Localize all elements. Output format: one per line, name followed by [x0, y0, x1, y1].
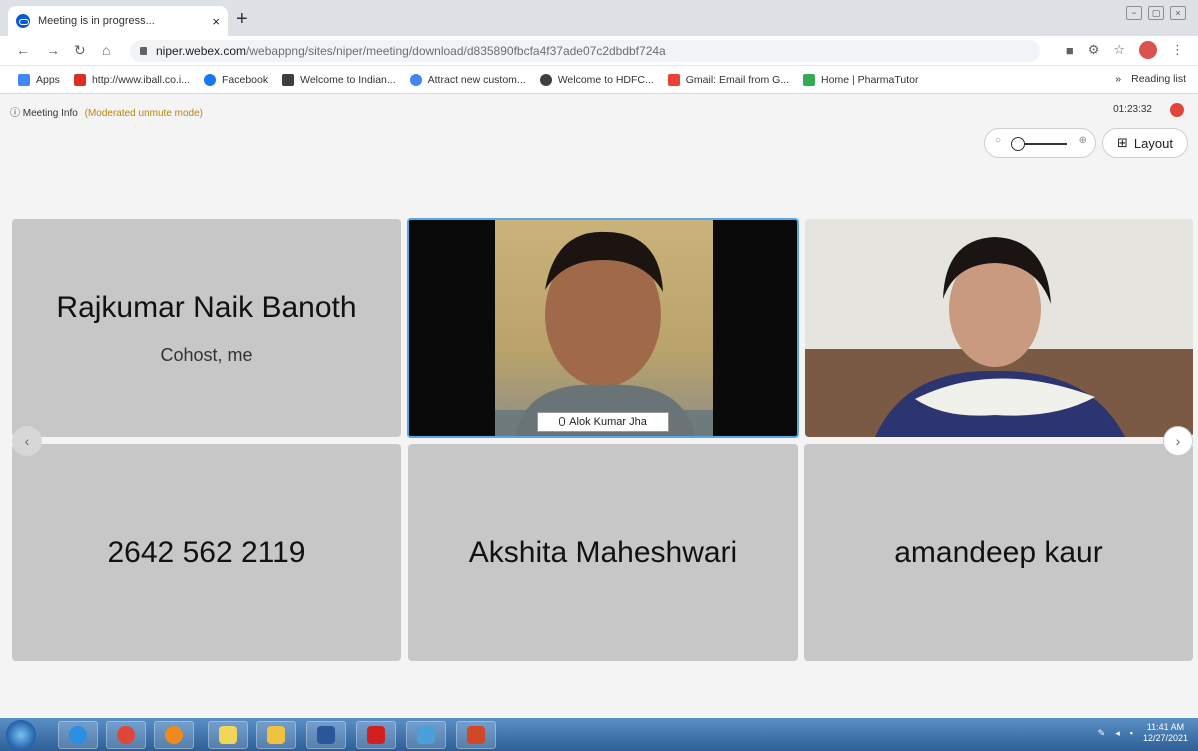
bookmarks-bar: Apps http://www.iball.co.i... Facebook W… — [0, 66, 1198, 94]
taskbar: ✎ ◂ ▪ 11:41 AM 12/27/2021 — [0, 718, 1198, 751]
meeting-info-label: Meeting Info — [22, 108, 78, 119]
minimize-icon[interactable]: − — [1126, 6, 1142, 20]
participant-video-2[interactable] — [805, 219, 1193, 437]
close-window-icon[interactable]: × — [1170, 6, 1186, 20]
bookmark-indian[interactable]: Welcome to Indian... — [282, 73, 396, 86]
browser-actions: ■ ⚙ ☆ ⋮ — [1066, 41, 1184, 59]
meeting-area: ⓘ Meeting Info (Moderated unmute mode) 0… — [0, 94, 1198, 718]
participant-name: 2642 562 2119 — [107, 535, 306, 569]
participant-tile-phone[interactable]: 2642 562 2119 — [12, 444, 401, 661]
reload-icon[interactable]: ↻ — [74, 42, 86, 59]
reading-list-button[interactable]: Reading list — [1131, 73, 1186, 85]
new-tab-button[interactable]: + — [236, 8, 248, 31]
recording-indicator[interactable] — [1170, 103, 1184, 117]
bookmark-gmail[interactable]: Gmail: Email from G... — [667, 73, 789, 86]
layout-icon: ⊞ — [1117, 135, 1128, 150]
internet-explorer-icon[interactable] — [58, 721, 98, 749]
back-icon[interactable]: ← — [16, 42, 30, 58]
google-icon — [409, 73, 422, 86]
clock-time: 11:41 AM — [1146, 722, 1185, 732]
bookmark-facebook[interactable]: Facebook — [203, 73, 268, 86]
meeting-info[interactable]: ⓘ Meeting Info (Moderated unmute mode) — [10, 104, 203, 119]
webex-icon — [16, 14, 30, 28]
menu-icon[interactable]: ⋮ — [1171, 42, 1184, 58]
close-tab-icon[interactable]: × — [212, 14, 220, 29]
facebook-icon — [203, 73, 216, 86]
url-host: niper.webex.com — [156, 44, 247, 58]
word-icon[interactable] — [306, 721, 346, 749]
system-tray: ✎ ◂ ▪ 11:41 AM 12/27/2021 — [1098, 722, 1188, 744]
powerpoint-icon[interactable] — [456, 721, 496, 749]
gmail-icon — [667, 73, 680, 86]
address-bar-row: ← → ↻ ⌂ niper.webex.com/webappng/sites/n… — [0, 36, 1198, 66]
forward-icon[interactable]: → — [46, 42, 60, 58]
bookmarks-overflow-button[interactable]: » — [1115, 73, 1121, 85]
plus-icon — [803, 73, 816, 86]
participant-name: amandeep kaur — [894, 535, 1103, 569]
unmute-mode-label: (Moderated unmute mode) — [84, 108, 204, 119]
info-icon: ⓘ — [10, 108, 20, 119]
folder-icon[interactable] — [256, 721, 296, 749]
url-path: /webappng/sites/niper/meeting/download/d… — [246, 44, 666, 58]
participant-tile-rajkumar[interactable]: Rajkumar Naik Banoth Cohost, me — [12, 219, 401, 437]
bookmarks-right: » Reading list — [1115, 73, 1186, 85]
tab-title: Meeting is in progress... — [38, 15, 155, 27]
avatar[interactable] — [1139, 41, 1157, 59]
zoom-in-icon[interactable]: ⊕ — [1079, 135, 1087, 146]
bookmark-google[interactable]: Attract new custom... — [409, 73, 526, 86]
bookmark-apps[interactable]: Apps — [18, 73, 60, 86]
video-feed — [495, 220, 713, 436]
url-field[interactable]: niper.webex.com/webappng/sites/niper/mee… — [130, 40, 1040, 62]
restore-icon[interactable]: ▢ — [1148, 6, 1164, 20]
network-tray-icon[interactable]: ▪ — [1130, 728, 1133, 738]
chrome-icon[interactable] — [106, 721, 146, 749]
participant-name: Rajkumar Naik Banoth — [56, 290, 357, 324]
pen-icon[interactable]: ✎ — [1098, 728, 1106, 739]
meeting-timer: 01:23:32 — [1113, 104, 1152, 115]
zoom-knob[interactable] — [1011, 137, 1025, 151]
zoom-out-icon[interactable]: ○ — [995, 135, 1001, 146]
video-name-label: Alok Kumar Jha — [537, 412, 669, 432]
volume-icon[interactable]: ◂ — [1115, 728, 1120, 739]
video-feed — [805, 219, 1193, 437]
iball-icon — [73, 73, 86, 86]
start-button[interactable] — [6, 720, 36, 750]
camera-icon[interactable]: ■ — [1066, 43, 1074, 58]
home-icon[interactable]: ⌂ — [102, 42, 110, 58]
bank-icon — [282, 73, 295, 86]
person-silhouette — [495, 231, 713, 436]
participant-name: Akshita Maheshwari — [468, 535, 738, 569]
layout-label: Layout — [1133, 135, 1173, 151]
lock-icon — [140, 47, 147, 55]
bookmark-hdfc[interactable]: Welcome to HDFC... — [539, 73, 654, 86]
window-controls: − ▢ × — [1126, 6, 1186, 20]
network-icon[interactable] — [406, 721, 446, 749]
media-player-icon[interactable] — [154, 721, 194, 749]
browser-tab[interactable]: Meeting is in progress... × — [8, 6, 228, 36]
layout-button[interactable]: ⊞ Layout — [1102, 128, 1188, 158]
apps-grid-icon — [18, 73, 30, 86]
participant-tile-amandeep[interactable]: amandeep kaur — [804, 444, 1193, 661]
star-icon[interactable]: ☆ — [1113, 42, 1125, 58]
carousel-prev-button[interactable]: ‹ — [12, 426, 42, 456]
sticky-notes-icon[interactable] — [208, 721, 248, 749]
acrobat-icon[interactable] — [356, 721, 396, 749]
participant-video-alok[interactable]: Alok Kumar Jha — [407, 218, 799, 438]
browser-tab-bar: Meeting is in progress... × + − ▢ × — [0, 0, 1198, 36]
system-clock[interactable]: 11:41 AM 12/27/2021 — [1143, 722, 1188, 744]
clock-date: 12/27/2021 — [1142, 733, 1188, 743]
bookmark-iball[interactable]: http://www.iball.co.i... — [73, 73, 190, 86]
carousel-next-button[interactable]: › — [1163, 426, 1193, 456]
participant-tile-akshita[interactable]: Akshita Maheshwari — [408, 444, 798, 661]
globe-icon — [539, 73, 552, 86]
mic-icon — [559, 417, 566, 426]
zoom-slider[interactable]: ○ ⊕ — [984, 128, 1096, 158]
bookmark-pharmatutor[interactable]: Home | PharmaTutor — [803, 73, 918, 86]
extensions-icon[interactable]: ⚙ — [1088, 42, 1100, 58]
participant-role: Cohost, me — [160, 344, 253, 365]
